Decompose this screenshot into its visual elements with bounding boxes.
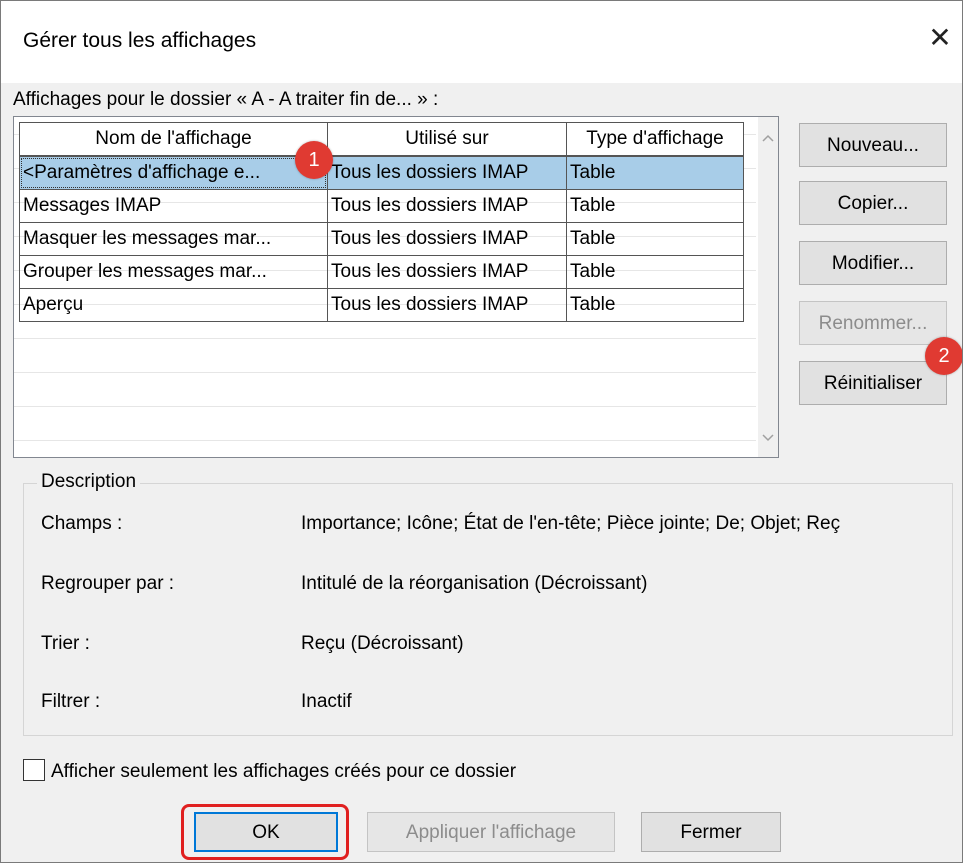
view-type-cell: Table (566, 156, 744, 190)
table-row[interactable]: <Paramètres d'affichage e... Tous les do… (19, 156, 756, 190)
used-on-cell: Tous les dossiers IMAP (327, 255, 567, 289)
annotation-badge-2: 2 (925, 337, 962, 375)
vertical-scrollbar[interactable] (758, 117, 778, 457)
title-bar: Gérer tous les affichages ✕ (1, 1, 962, 83)
close-icon[interactable]: ✕ (923, 21, 957, 55)
only-this-folder-label[interactable]: Afficher seulement les affichages créés … (51, 761, 516, 783)
view-name-cell: <Paramètres d'affichage e... (19, 156, 328, 190)
view-name-cell: Messages IMAP (19, 189, 328, 223)
view-type-cell: Table (566, 255, 744, 289)
column-header-name[interactable]: Nom de l'affichage (19, 122, 328, 156)
close-button[interactable]: Fermer (641, 812, 781, 852)
used-on-cell: Tous les dossiers IMAP (327, 222, 567, 256)
views-list[interactable]: Nom de l'affichage Utilisé sur Type d'af… (13, 116, 779, 458)
view-type-cell: Table (566, 222, 744, 256)
table-row[interactable]: Messages IMAP Tous les dossiers IMAP Tab… (19, 189, 756, 223)
filter-label: Filtrer : (41, 691, 101, 712)
reset-button[interactable]: Réinitialiser (799, 361, 947, 405)
group-by-label: Regrouper par : (41, 573, 175, 594)
apply-view-button[interactable]: Appliquer l'affichage (367, 812, 615, 852)
manage-views-dialog: Gérer tous les affichages ✕ Affichages p… (0, 0, 963, 863)
description-legend: Description (37, 471, 141, 493)
column-header-used-on[interactable]: Utilisé sur (327, 122, 567, 156)
new-button[interactable]: Nouveau... (799, 123, 947, 167)
table-row[interactable]: Grouper les messages mar... Tous les dos… (19, 255, 756, 289)
filter-value: Inactif (301, 691, 352, 712)
folder-views-label: Affichages pour le dossier « A - A trait… (13, 89, 439, 110)
modify-button[interactable]: Modifier... (799, 241, 947, 285)
view-name-cell: Aperçu (19, 288, 328, 322)
only-this-folder-checkbox[interactable] (23, 759, 45, 781)
column-header-view-type[interactable]: Type d'affichage (566, 122, 744, 156)
sort-value: Reçu (Décroissant) (301, 633, 464, 654)
chevron-down-icon[interactable] (758, 429, 778, 449)
chevron-up-icon[interactable] (758, 129, 778, 149)
ok-highlight-box (181, 804, 349, 860)
used-on-cell: Tous les dossiers IMAP (327, 189, 567, 223)
fields-label: Champs : (41, 513, 123, 534)
view-name-cell: Grouper les messages mar... (19, 255, 328, 289)
view-name-cell: Masquer les messages mar... (19, 222, 328, 256)
table-row[interactable]: Aperçu Tous les dossiers IMAP Table (19, 288, 756, 322)
view-type-cell: Table (566, 288, 744, 322)
sort-label: Trier : (41, 633, 90, 654)
used-on-cell: Tous les dossiers IMAP (327, 288, 567, 322)
copy-button[interactable]: Copier... (799, 181, 947, 225)
group-by-value: Intitulé de la réorganisation (Décroissa… (301, 573, 648, 594)
dialog-title: Gérer tous les affichages (23, 29, 257, 52)
used-on-cell: Tous les dossiers IMAP (327, 156, 567, 190)
annotation-badge-1: 1 (295, 141, 333, 179)
table-row[interactable]: Masquer les messages mar... Tous les dos… (19, 222, 756, 256)
fields-value: Importance; Icône; État de l'en-tête; Pi… (301, 513, 841, 534)
rename-button[interactable]: Renommer... (799, 301, 947, 345)
view-type-cell: Table (566, 189, 744, 223)
